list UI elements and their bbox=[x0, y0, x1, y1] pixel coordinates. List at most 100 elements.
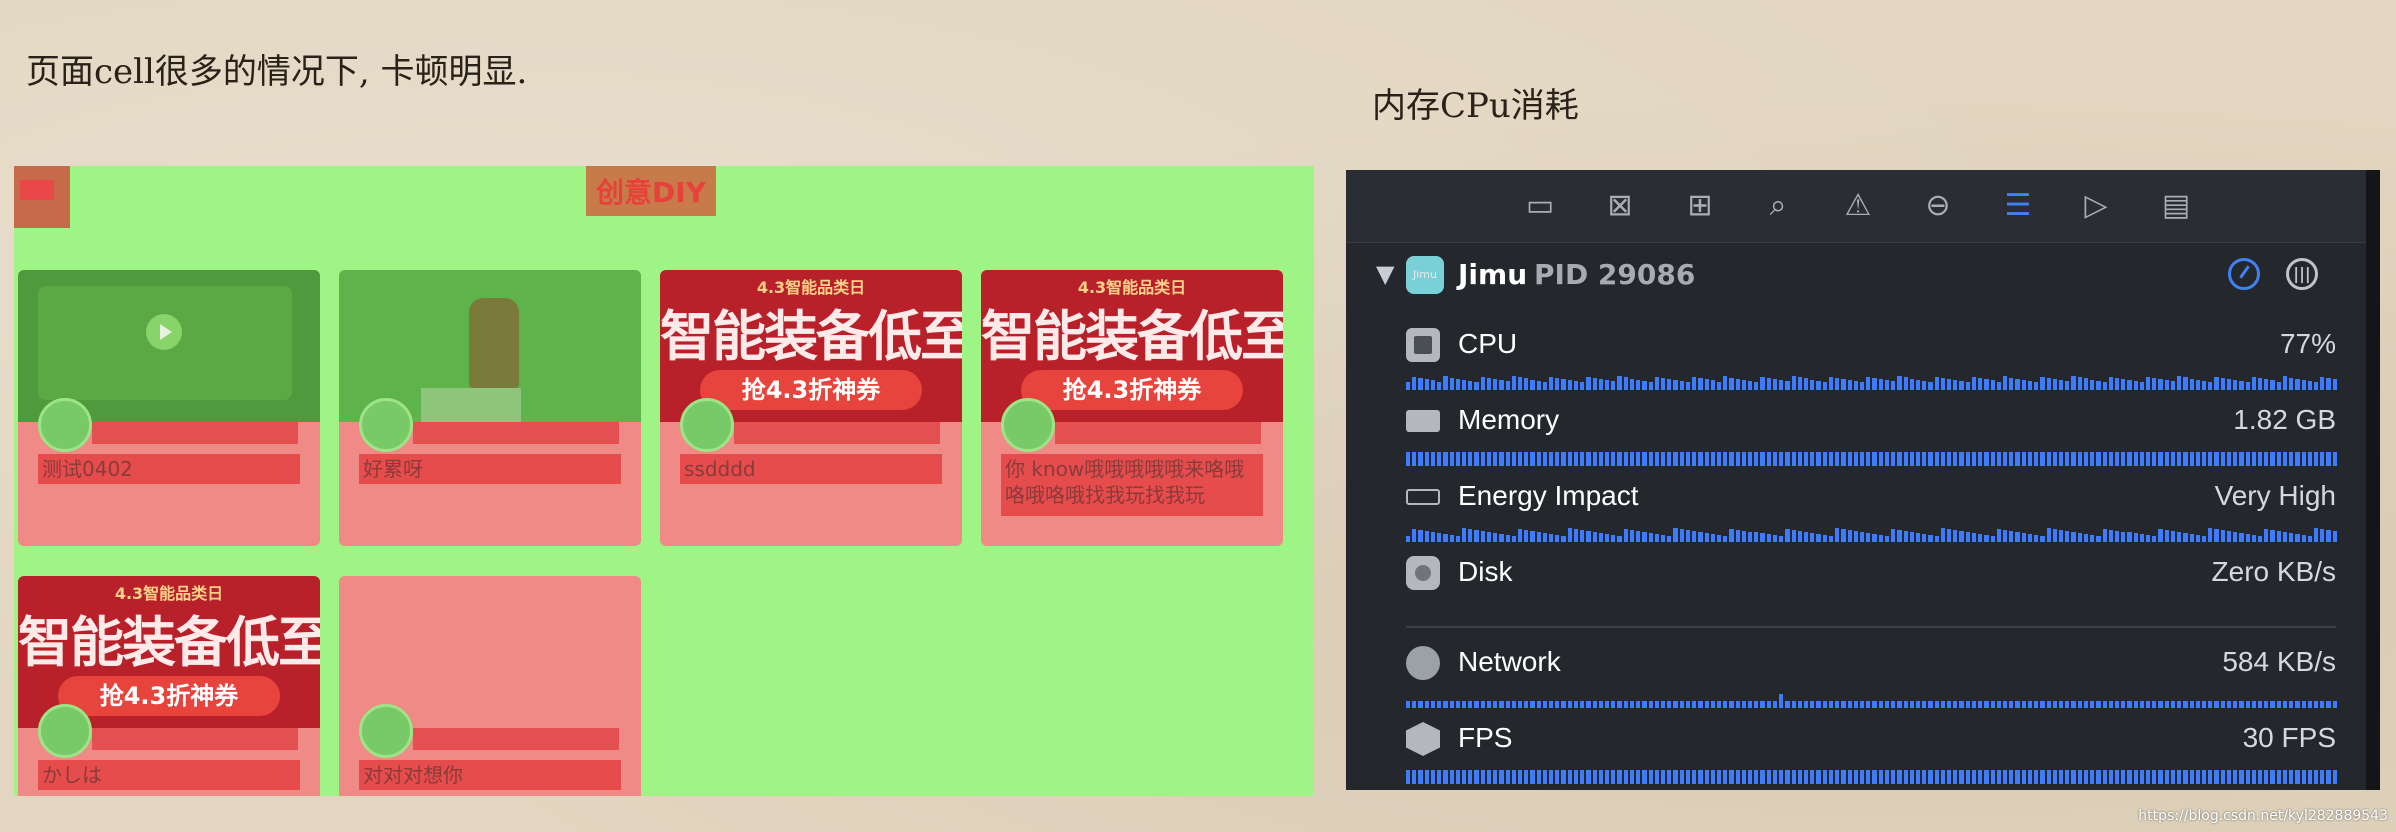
card-item[interactable]: 好累呀 bbox=[339, 270, 641, 546]
sparkline-bar bbox=[2295, 701, 2300, 708]
play-icon[interactable] bbox=[146, 314, 182, 350]
sparkline-bar bbox=[1499, 701, 1504, 708]
sparkline-bar bbox=[1517, 452, 1523, 466]
sparkline-bar bbox=[2195, 379, 2200, 390]
avatar[interactable] bbox=[680, 398, 734, 452]
sparkline-bar bbox=[2027, 380, 2033, 390]
gauge-cpu[interactable]: CPU 77% bbox=[1406, 320, 2337, 396]
sparkline-bar bbox=[1816, 533, 1821, 542]
avatar[interactable] bbox=[38, 704, 92, 758]
sparkline-bar bbox=[2270, 380, 2275, 390]
gauge-icon[interactable] bbox=[2228, 258, 2260, 290]
sparkline-bar bbox=[1953, 701, 1958, 708]
debug-navigator-icon[interactable]: ☰ bbox=[1998, 188, 2038, 224]
sparkline-bar bbox=[2220, 530, 2225, 542]
sparkline-bar bbox=[1692, 701, 1697, 708]
sparkline-bar bbox=[1623, 528, 1628, 542]
process-row[interactable]: ▼ Jimu Jimu PID 29086 ||| bbox=[1346, 250, 2366, 298]
sparkline-bar bbox=[1804, 770, 1809, 784]
sparkline-bar bbox=[1804, 701, 1809, 708]
card-item[interactable]: 对对对想你 bbox=[339, 576, 641, 796]
sparkline-bar bbox=[1542, 701, 1548, 708]
sparkline-bar bbox=[2009, 530, 2014, 542]
sparkline-bar bbox=[2326, 377, 2331, 390]
sparkline-bar bbox=[1536, 452, 1541, 466]
sparkline-bar bbox=[1897, 452, 1902, 466]
disclosure-caret-icon[interactable]: ▼ bbox=[1376, 260, 1394, 288]
sparkline-bar bbox=[1580, 770, 1585, 784]
sparkline-bar bbox=[2289, 377, 2294, 390]
sparkline-bar bbox=[1710, 534, 1715, 542]
sparkline-bar bbox=[1953, 530, 1958, 542]
gauge-energy[interactable]: Energy Impact Very High bbox=[1406, 472, 2337, 548]
sparkline-bar bbox=[2195, 534, 2200, 542]
sparkline-bar bbox=[2301, 534, 2306, 542]
avatar[interactable] bbox=[359, 704, 413, 758]
card-item[interactable]: 4.3智能品类日 智能装备低至19.9 抢4.3折神券 かしは bbox=[18, 576, 320, 796]
gauge-disk[interactable]: Disk Zero KB/s bbox=[1406, 548, 2336, 624]
card-item[interactable]: 4.3智能品类日 智能装备低至19.9 抢4.3折神券 你 know哦哦哦哦哦来… bbox=[981, 270, 1283, 546]
sparkline-bar bbox=[1990, 452, 1995, 466]
sparkline-bar bbox=[1517, 770, 1523, 784]
hierarchy-icon[interactable]: ⊞ bbox=[1680, 188, 1720, 224]
sparkline-bar bbox=[1828, 701, 1834, 708]
sparkline-bar bbox=[1474, 701, 1479, 708]
back-button[interactable] bbox=[14, 166, 70, 228]
warning-icon[interactable]: ⚠ bbox=[1838, 188, 1878, 224]
avatar[interactable] bbox=[38, 398, 92, 452]
sparkline-bar bbox=[2133, 452, 2138, 466]
card-item[interactable]: 4.3智能品类日 智能装备低至19.9 抢4.3折神券 ssdddd bbox=[660, 270, 962, 546]
sparkline-bar bbox=[1866, 533, 1871, 542]
sparkline-bar bbox=[1455, 535, 1460, 542]
sparkline-bar bbox=[1878, 535, 1883, 542]
avatar[interactable] bbox=[359, 398, 413, 452]
sparkline-bar bbox=[1897, 529, 1902, 542]
search-icon[interactable]: ⌕ bbox=[1758, 188, 1798, 224]
sparkline-bar bbox=[2202, 380, 2207, 390]
card-item[interactable]: 测试0402 bbox=[18, 270, 320, 546]
sparkline-bar bbox=[1629, 529, 1635, 542]
sparkline-bar bbox=[1592, 770, 1597, 784]
sparkline-bar bbox=[1468, 452, 1473, 466]
tag-icon[interactable]: ▷ bbox=[2076, 188, 2116, 224]
sparkline-bar bbox=[2177, 531, 2182, 542]
sparkline-bar bbox=[1673, 528, 1678, 542]
sparkline-bar bbox=[2170, 530, 2176, 542]
folder-icon[interactable]: ▭ bbox=[1520, 188, 1560, 224]
sparkline-bar bbox=[2139, 701, 2145, 708]
sparkline-bar bbox=[2320, 452, 2325, 466]
gauge-network[interactable]: Network 584 KB/s bbox=[1406, 638, 2337, 714]
sparkline-bar bbox=[1685, 452, 1691, 466]
sparkline-bar bbox=[1524, 529, 1529, 542]
sparkline-bar bbox=[1505, 452, 1510, 466]
sparkline-bar bbox=[2152, 452, 2157, 466]
sparkline-bar bbox=[1816, 452, 1821, 466]
threads-icon[interactable]: ||| bbox=[2286, 258, 2318, 290]
sparkline-bar bbox=[1934, 376, 1939, 390]
author-name bbox=[734, 422, 940, 444]
sparkline-bar bbox=[2071, 532, 2076, 542]
network-sparkline bbox=[1406, 694, 2337, 708]
sparkline-bar bbox=[1530, 452, 1535, 466]
sparkline-bar bbox=[1990, 770, 1995, 784]
gauge-fps[interactable]: FPS 30 FPS bbox=[1406, 714, 2337, 790]
sparkline-bar bbox=[1847, 770, 1852, 784]
breakpoint-icon[interactable]: ⊖ bbox=[1918, 188, 1958, 224]
source-control-icon[interactable]: ⊠ bbox=[1600, 188, 1640, 224]
report-icon[interactable]: ▤ bbox=[2156, 188, 2196, 224]
sparkline-bar bbox=[1804, 531, 1809, 542]
sparkline-bar bbox=[1561, 701, 1566, 708]
sparkline-bar bbox=[2052, 529, 2057, 542]
sparkline-bar bbox=[2189, 378, 2194, 390]
sparkline-bar bbox=[1723, 535, 1728, 542]
sparkline-bar bbox=[1841, 770, 1846, 784]
sparkline-bar bbox=[2152, 770, 2157, 784]
gauge-memory[interactable]: Memory 1.82 GB bbox=[1406, 396, 2337, 472]
sparkline-bar bbox=[2127, 701, 2132, 708]
author-name bbox=[92, 728, 298, 750]
sparkline-bar bbox=[1623, 770, 1628, 784]
avatar[interactable] bbox=[1001, 398, 1055, 452]
sparkline-bar bbox=[2034, 452, 2039, 466]
sparkline-bar bbox=[2127, 452, 2132, 466]
sparkline-bar bbox=[1530, 701, 1535, 708]
